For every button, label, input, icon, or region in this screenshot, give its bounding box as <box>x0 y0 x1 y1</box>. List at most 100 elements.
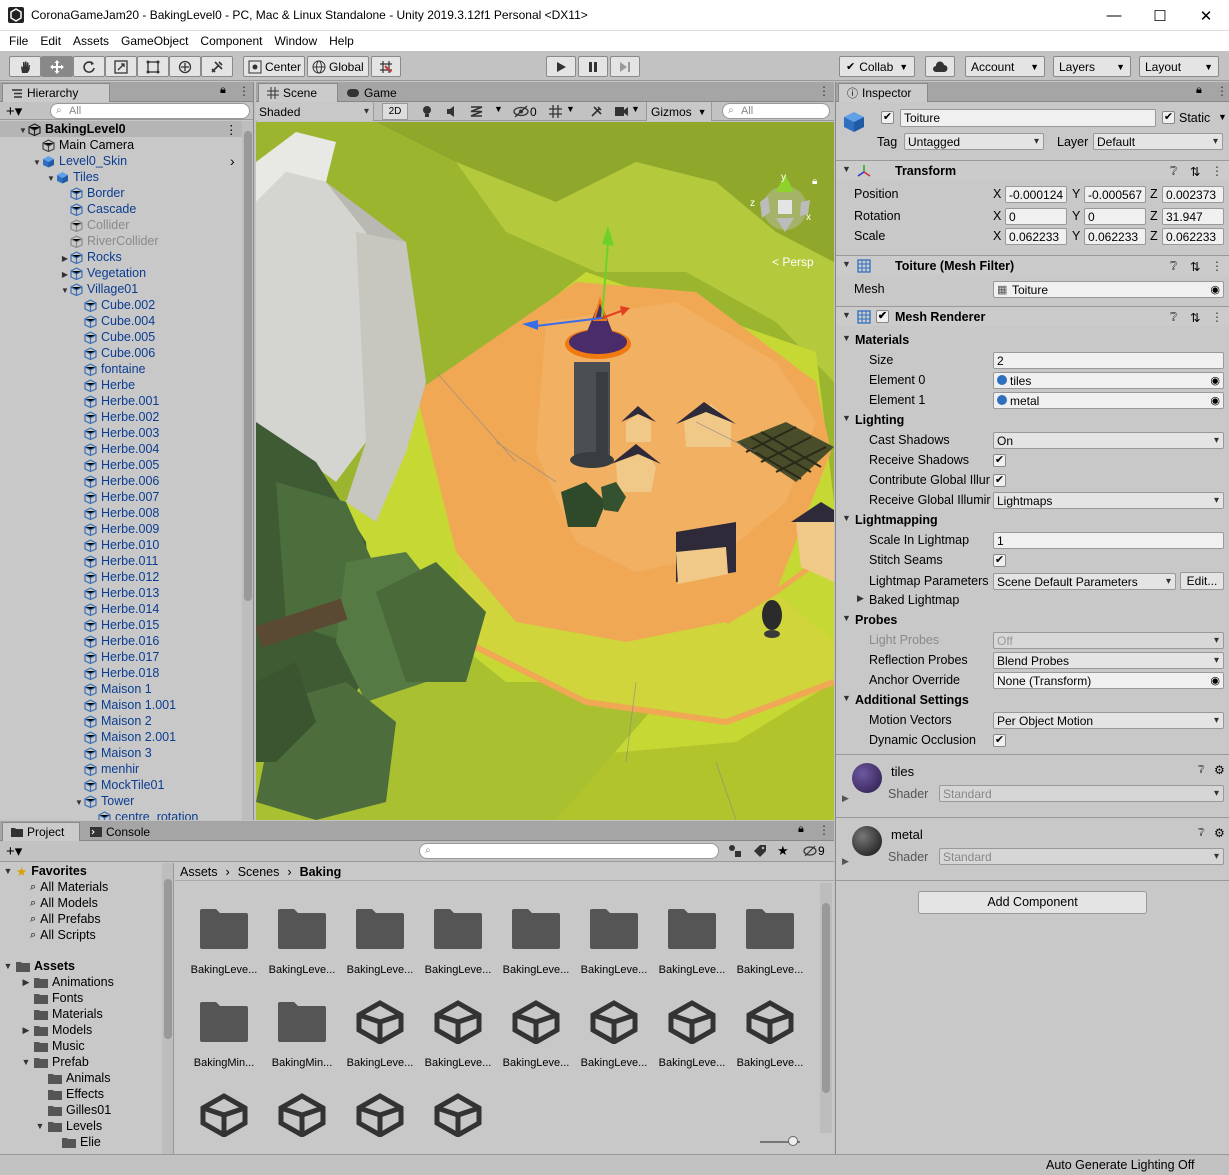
hierarchy-item[interactable]: ▶ Rocks <box>0 249 242 265</box>
additional-settings-foldout[interactable]: ▼ Additional Settings <box>836 690 1229 710</box>
expand-triangle-icon[interactable]: ▼ <box>18 126 28 135</box>
scene-grid-icon[interactable] <box>548 104 563 119</box>
chevron-right-icon[interactable]: › <box>230 153 235 169</box>
custom-tool-button[interactable] <box>201 56 233 77</box>
component-menu-icon[interactable]: ⋮ <box>1211 310 1223 324</box>
hand-tool-button[interactable] <box>9 56 41 77</box>
add-component-button[interactable]: Add Component <box>918 891 1147 914</box>
menu-edit[interactable]: Edit <box>34 34 67 48</box>
hierarchy-item[interactable]: RiverCollider <box>0 233 242 249</box>
add-icon[interactable]: +▾ <box>6 842 22 860</box>
move-tool-button[interactable] <box>41 56 73 77</box>
pivot-toggle[interactable]: Center <box>243 56 305 77</box>
help-icon[interactable]: ❔︎ <box>1198 827 1205 840</box>
menu-assets[interactable]: Assets <box>67 34 115 48</box>
receive-gi-dropdown[interactable]: Lightmaps <box>993 492 1224 509</box>
hierarchy-item[interactable]: Herbe.013 <box>0 585 242 601</box>
tree-scrollbar[interactable] <box>162 863 173 1154</box>
preset-icon[interactable]: ⇅ <box>1190 310 1200 325</box>
assets-root-row[interactable]: ▼ Assets <box>0 958 75 974</box>
audio-icon[interactable] <box>446 105 459 118</box>
favorites-row[interactable]: ▼ ★ Favorites <box>0 863 87 879</box>
hierarchy-item[interactable]: Maison 1 <box>0 681 242 697</box>
scene-asset[interactable]: BakingLeve... <box>575 994 653 1074</box>
maximize-button[interactable]: ☐ <box>1137 0 1183 31</box>
cast-shadows-dropdown[interactable]: On <box>993 432 1224 449</box>
hierarchy-item[interactable]: MockTile01 <box>0 777 242 793</box>
favorite-item[interactable]: ⌕ All Materials <box>30 879 108 895</box>
cloud-button[interactable] <box>925 56 955 77</box>
scene-asset[interactable]: BakingLeve... <box>341 994 419 1074</box>
lock-icon[interactable]: 🔒︎ <box>220 84 226 97</box>
search-by-type-icon[interactable] <box>728 844 742 858</box>
hierarchy-search-input[interactable]: ⌕ All <box>50 103 250 119</box>
hierarchy-item[interactable]: Herbe.007 <box>0 489 242 505</box>
label-icon[interactable] <box>753 844 767 858</box>
tab-game[interactable]: Game <box>338 83 408 102</box>
grid-scroll-thumb[interactable] <box>822 903 830 1093</box>
component-menu-icon[interactable]: ⋮ <box>1211 164 1223 178</box>
element0-field[interactable]: tiles ◉ <box>993 372 1224 389</box>
menu-window[interactable]: Window <box>268 34 323 48</box>
play-button[interactable] <box>546 56 576 77</box>
transform-tool-button[interactable] <box>169 56 201 77</box>
element1-field[interactable]: metal ◉ <box>993 392 1224 409</box>
hierarchy-item[interactable]: Herbe.016 <box>0 633 242 649</box>
chevron-down-icon[interactable]: ▼ <box>566 104 575 114</box>
hierarchy-item[interactable]: Herbe.015 <box>0 617 242 633</box>
2d-toggle[interactable]: 2D <box>382 103 408 120</box>
scene-search-input[interactable]: ⌕ All <box>722 103 830 119</box>
scale-y-field[interactable]: 0.062233 <box>1084 228 1146 245</box>
hierarchy-item[interactable]: Maison 2 <box>0 713 242 729</box>
project-folder-item[interactable]: Effects <box>32 1086 104 1102</box>
shading-mode-dropdown[interactable]: Shaded <box>256 102 374 121</box>
expand-triangle-icon[interactable]: ▼ <box>74 798 84 807</box>
project-folder-item[interactable]: ▼ Levels <box>32 1118 103 1134</box>
hierarchy-scroll-thumb[interactable] <box>244 131 252 601</box>
rect-tool-button[interactable] <box>137 56 169 77</box>
grid-scrollbar[interactable] <box>820 883 832 1133</box>
layers-dropdown[interactable]: Layers ▼ <box>1053 56 1131 77</box>
scene-asset[interactable] <box>341 1087 419 1154</box>
position-x-field[interactable]: -0.000124 <box>1005 186 1067 203</box>
snap-button[interactable] <box>371 56 401 77</box>
breadcrumb-scenes[interactable]: Scenes <box>238 865 280 879</box>
more-options-icon[interactable]: ⋮ <box>1216 84 1228 98</box>
lightmapping-foldout[interactable]: ▼ Lightmapping <box>836 510 1229 530</box>
hierarchy-item[interactable]: ▼ Tiles <box>0 169 242 185</box>
expand-triangle-icon[interactable]: ▼ <box>18 1057 34 1067</box>
project-folder-item[interactable]: ▶ Animations <box>18 974 114 990</box>
favorite-item[interactable]: ⌕ All Scripts <box>30 927 96 943</box>
menu-help[interactable]: Help <box>323 34 360 48</box>
position-z-field[interactable]: 0.002373 <box>1162 186 1224 203</box>
lock-icon[interactable]: 🔒︎ <box>1196 84 1202 97</box>
position-y-field[interactable]: -0.000567 <box>1084 186 1146 203</box>
materials-foldout[interactable]: ▼ Materials <box>836 330 1229 350</box>
shader-dropdown[interactable]: Standard <box>939 848 1224 865</box>
hierarchy-item[interactable]: Herbe.014 <box>0 601 242 617</box>
tab-project[interactable]: Project <box>2 822 80 841</box>
static-checkbox[interactable]: ✔ <box>1162 111 1175 124</box>
expand-triangle-icon[interactable]: ▶ <box>842 793 849 804</box>
more-options-icon[interactable]: ⋮ <box>818 823 830 837</box>
hierarchy-item[interactable]: menhir <box>0 761 242 777</box>
probes-foldout[interactable]: ▼ Probes <box>836 610 1229 630</box>
tab-inspector[interactable]: ⓘ Inspector <box>838 83 928 102</box>
lighting-icon[interactable] <box>421 105 433 118</box>
scene-asset[interactable] <box>419 1087 497 1154</box>
folder-asset[interactable]: BakingLeve... <box>731 901 809 981</box>
more-options-icon[interactable]: ⋮ <box>238 84 250 98</box>
lightmap-params-dropdown[interactable]: Scene Default Parameters <box>993 573 1176 590</box>
hierarchy-item[interactable]: Herbe.017 <box>0 649 242 665</box>
step-button[interactable] <box>610 56 640 77</box>
scene-viewport[interactable]: y z x < Persp 🔒︎ <box>256 122 834 820</box>
project-folder-item[interactable]: Fonts <box>18 990 83 1006</box>
hierarchy-item[interactable]: Herbe.005 <box>0 457 242 473</box>
breadcrumb-assets[interactable]: Assets <box>180 865 218 879</box>
rotation-x-field[interactable]: 0 <box>1005 208 1067 225</box>
rotation-y-field[interactable]: 0 <box>1084 208 1146 225</box>
hierarchy-item[interactable]: Herbe.006 <box>0 473 242 489</box>
gizmos-dropdown[interactable]: Gizmos ▼ <box>646 102 712 121</box>
scene-asset[interactable]: BakingLeve... <box>653 994 731 1074</box>
close-button[interactable]: ✕ <box>1183 0 1229 31</box>
